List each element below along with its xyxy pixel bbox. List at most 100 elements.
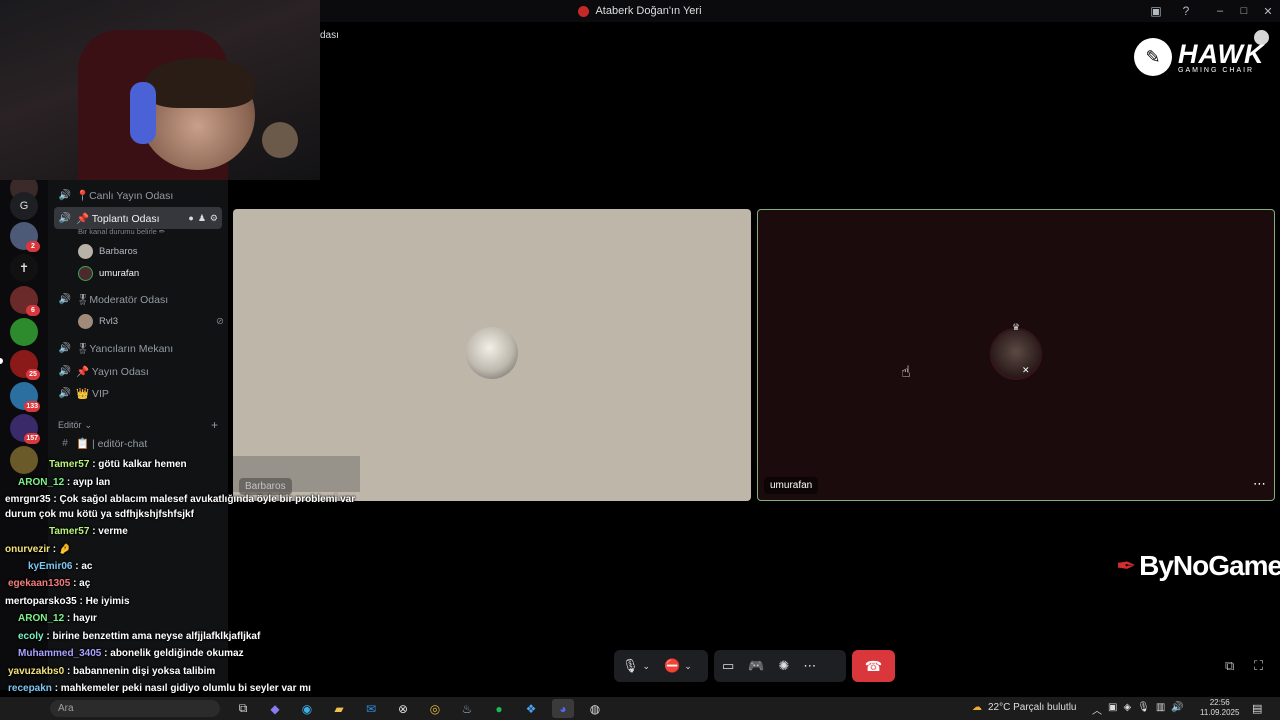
- category-editor[interactable]: Editör ⌄ +: [58, 418, 218, 432]
- soundboard-icon[interactable]: ✺: [778, 658, 789, 674]
- audio-video-controls: 🎙 ⌄ ⛔ ⌄: [614, 650, 708, 682]
- title-tools: ▣ ?: [1148, 3, 1194, 19]
- inbox-icon[interactable]: ▣: [1148, 3, 1164, 19]
- weather-widget[interactable]: ☁ 22°C Parçalı bulutlu: [972, 702, 1077, 713]
- camera-off-icon[interactable]: ⛔: [664, 658, 680, 674]
- server-icon[interactable]: 133: [10, 382, 40, 412]
- weather-cloud-icon: ☁: [972, 702, 982, 713]
- member-name: Rvl3: [99, 316, 119, 327]
- clock[interactable]: 22:56 11.09.2025: [1200, 698, 1239, 718]
- channel-name: 📍Canlı Yayın Odası: [76, 189, 174, 202]
- chat-message: yavuzakbs0 : babannenin dişi yoksa talib…: [5, 666, 215, 677]
- server-icon[interactable]: 25: [10, 350, 40, 380]
- chevron-up-icon[interactable]: ︿: [1092, 702, 1102, 717]
- voice-channel-toplanti[interactable]: 🔊 📌 Toplantı Odası ● ♟ ⚙: [54, 207, 222, 229]
- invite-icon[interactable]: ♟: [198, 213, 206, 224]
- steam-icon[interactable]: ♨: [456, 699, 478, 718]
- voice-channel-moderator[interactable]: 🔊 🎖Moderatör Odası: [54, 288, 222, 310]
- notification-icon[interactable]: ▤: [1252, 702, 1262, 715]
- voice-channel-yancilar[interactable]: 🔊 🎖Yancıların Mekanı: [54, 337, 222, 359]
- server-icon[interactable]: 2: [10, 222, 40, 252]
- server-icon[interactable]: 157: [10, 414, 40, 444]
- volume-icon[interactable]: 🔊: [1171, 702, 1183, 717]
- chat-user: egekaan1305: [8, 578, 71, 589]
- app-icon[interactable]: ❖: [520, 699, 542, 718]
- help-icon[interactable]: ?: [1178, 3, 1194, 19]
- channel-name: 📋 | editör-chat: [76, 437, 148, 450]
- chat-text: : birine benzettim ama neyse alfjjlafklk…: [46, 631, 261, 642]
- window-title: Ataberk Doğan'ın Yeri: [578, 5, 702, 17]
- chat-text: : ac: [75, 561, 93, 572]
- avatar: [990, 328, 1042, 380]
- microphone-icon[interactable]: 🎙: [622, 658, 639, 674]
- tray-app-icon[interactable]: ▣: [1108, 702, 1117, 717]
- outlook-icon[interactable]: ✉: [360, 699, 382, 718]
- chat-message: durum çok mu kötü ya sdfhjkshjfshfsjkf: [5, 509, 194, 520]
- disconnect-button[interactable]: ☎: [852, 650, 895, 682]
- chat-text: : Çok sağol ablacım malesef avukatlığınd…: [53, 494, 356, 505]
- avatar: [78, 314, 93, 329]
- spotify-icon[interactable]: ●: [488, 699, 510, 718]
- xbox-icon[interactable]: ⊗: [392, 699, 414, 718]
- server-icon-g[interactable]: G: [10, 192, 38, 220]
- add-channel-icon[interactable]: +: [211, 418, 218, 432]
- screen-share-icon[interactable]: ▭: [722, 658, 734, 674]
- voice-channel-vip[interactable]: 🔊 👑 VIP: [54, 382, 222, 404]
- settings-gear-icon[interactable]: ⚙: [210, 213, 218, 224]
- file-explorer-icon[interactable]: ▰: [328, 699, 350, 718]
- obs-icon[interactable]: ◍: [584, 699, 606, 718]
- chat-user: ARON_12: [18, 477, 65, 488]
- voice-channel-canli[interactable]: 🔊 📍Canlı Yayın Odası: [54, 184, 222, 206]
- chat-user: ecoly: [18, 631, 44, 642]
- voice-member[interactable]: Barbaros: [78, 244, 138, 259]
- participant-name: umurafan: [764, 477, 819, 494]
- close-button[interactable]: ✕: [1256, 0, 1280, 22]
- server-icon[interactable]: 6: [10, 286, 40, 316]
- channel-name: 📌 Yayın Odası: [76, 365, 149, 378]
- more-options-icon[interactable]: ⋯: [1253, 476, 1266, 492]
- channel-status[interactable]: Bir kanal durumu belirle ✏: [78, 227, 165, 236]
- plush-toy-shape: [262, 122, 298, 158]
- chat-text: durum çok mu kötü ya sdfhjkshjfshfsjkf: [5, 509, 194, 520]
- voice-channel-yayin[interactable]: 🔊 📌 Yayın Odası: [54, 360, 222, 382]
- tray-app-icon[interactable]: ◈: [1123, 702, 1131, 717]
- chat-text: : hayır: [66, 613, 97, 624]
- avatar: [78, 244, 93, 259]
- discord-icon[interactable]: ◕: [552, 699, 574, 718]
- chrome-icon[interactable]: ◎: [424, 699, 446, 718]
- chevron-down-icon[interactable]: ⌄: [684, 661, 692, 672]
- server-icon[interactable]: [10, 318, 38, 346]
- chat-text: : He iyimis: [79, 596, 130, 607]
- more-icon[interactable]: ⋯: [803, 658, 816, 674]
- task-view-icon[interactable]: ⧉: [232, 699, 254, 718]
- network-icon[interactable]: ▥: [1156, 702, 1165, 717]
- gamepad-icon[interactable]: 🎮: [748, 658, 764, 674]
- chat-user: ARON_12: [18, 613, 65, 624]
- chat-text: : 🤌: [52, 544, 72, 555]
- chat-message: mertoparsko35 : He iyimis: [5, 596, 130, 607]
- weather-text: 22°C Parçalı bulutlu: [988, 702, 1077, 713]
- chat-icon[interactable]: ●: [188, 213, 193, 224]
- search-placeholder: Ara: [58, 703, 74, 714]
- minimize-button[interactable]: –: [1208, 0, 1232, 22]
- chat-text: : ayıp lan: [66, 477, 111, 488]
- edge-icon[interactable]: ◉: [296, 699, 318, 718]
- video-tile-umurafan[interactable]: ♛ ✕ umurafan ⋯: [757, 209, 1275, 501]
- server-icon-cross[interactable]: ✝: [10, 254, 38, 282]
- chevron-down-icon[interactable]: ⌄: [643, 661, 651, 672]
- text-channel-editor-chat[interactable]: # 📋 | editör-chat: [54, 432, 222, 454]
- chat-text: : babannenin dişi yoksa talibim: [66, 666, 216, 677]
- popout-icon[interactable]: ⧉: [1225, 658, 1234, 674]
- chat-message: egekaan1305 : aç: [5, 578, 90, 589]
- crown-icon: ♛: [1012, 322, 1021, 332]
- taskbar-search[interactable]: Ara: [50, 700, 220, 717]
- maximize-button[interactable]: □: [1232, 0, 1256, 22]
- hawk-brand: HAWK: [1178, 38, 1265, 69]
- voice-member[interactable]: Rvl3 ⊘: [78, 314, 224, 329]
- voice-member[interactable]: umurafan: [78, 266, 139, 281]
- chat-message: ARON_12 : hayır: [5, 613, 97, 624]
- microphone-tray-icon[interactable]: 🎙: [1137, 702, 1150, 717]
- hand-cursor-icon: ☝: [901, 364, 911, 381]
- fullscreen-icon[interactable]: ⛶: [1254, 658, 1263, 674]
- copilot-icon[interactable]: ◆: [264, 699, 286, 718]
